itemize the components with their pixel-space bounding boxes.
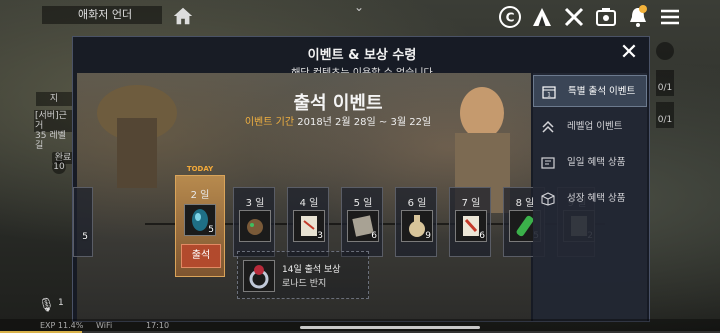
c-coin-icon[interactable]: C — [498, 5, 522, 29]
brown-creature-icon — [247, 219, 263, 235]
item-slot[interactable]: 6 — [347, 210, 379, 242]
party-info[interactable]: [서버]근거 35 레벨 길 — [34, 110, 74, 151]
level-badge: 10 — [52, 160, 66, 174]
item-slot[interactable]: 5 — [184, 204, 216, 236]
reward-box: 14일 출석 보상 로나드 반지 — [237, 251, 369, 299]
item-count: 6 — [371, 231, 377, 241]
day-card-prev: 5 — [73, 187, 93, 257]
microphone-icon[interactable]: 🎙 — [38, 298, 55, 314]
item-slot[interactable] — [239, 210, 271, 242]
item-slot[interactable]: 9 — [401, 210, 433, 242]
home-indicator[interactable] — [300, 326, 480, 329]
sidebar-item-levelup[interactable]: 레벨업 이벤트 — [533, 111, 647, 143]
day-label: 4 일 — [299, 198, 319, 209]
user-icon[interactable] — [656, 42, 674, 60]
item-count: 9 — [425, 231, 431, 241]
modal-title: 이벤트 & 보상 수령 — [307, 48, 417, 63]
svg-text:C: C — [506, 11, 515, 25]
chevron-down-icon[interactable]: ⌄ — [354, 0, 364, 14]
box-icon — [541, 192, 555, 206]
hud-tag[interactable]: 지 — [36, 92, 72, 106]
wifi-text: WiFi — [96, 321, 113, 330]
exp-text: EXP 11.4% — [40, 321, 84, 330]
gift-card-icon — [541, 157, 555, 169]
day-card-7: 7 일 6 — [449, 187, 491, 257]
clock-text: 17:10 — [146, 321, 170, 330]
reward-title: 14일 출석 보상 — [282, 265, 341, 275]
period-value: 2018년 2월 28일 ~ 3월 22일 — [297, 117, 432, 128]
item-count: 5 — [82, 232, 88, 242]
menu-icon[interactable] — [658, 5, 682, 29]
item-count: 5 — [208, 225, 214, 235]
item-count: 6 — [479, 231, 485, 241]
ring-icon — [249, 265, 269, 289]
quest-counter-1[interactable]: 0/1 — [656, 70, 674, 96]
zone-name: 애화저 언더 — [42, 6, 162, 24]
event-sidebar: 1 특별 출석 이벤트 레벨업 이벤트 일일 혜택 상품 성장 혜택 상품 — [533, 73, 647, 321]
event-period: 이벤트 기간 2018년 2월 28일 ~ 3월 22일 — [73, 113, 603, 128]
sidebar-item-label: 특별 출석 이벤트 — [568, 86, 636, 97]
party-line-1: [서버]근거 — [35, 111, 67, 131]
svg-text:1: 1 — [547, 92, 551, 99]
day-label: 3 일 — [245, 198, 265, 209]
close-button[interactable]: ✕ — [618, 42, 640, 64]
day-card-4: 4 일 3 — [287, 187, 329, 257]
party-line-2: 35 레벨 길 — [35, 131, 66, 151]
item-count: 3 — [317, 231, 323, 241]
event-title: 출석 이벤트 — [293, 93, 383, 114]
sidebar-item-label: 레벨업 이벤트 — [567, 121, 623, 132]
sidebar-item-special-attendance[interactable]: 1 특별 출석 이벤트 — [533, 75, 647, 107]
quest-counter-2[interactable]: 0/1 — [656, 102, 674, 128]
sidebar-item-growth-benefit[interactable]: 성장 혜택 상품 — [533, 183, 647, 215]
shop-icon[interactable] — [594, 5, 618, 29]
reward-slot[interactable] — [243, 260, 275, 292]
day-card-5: 5 일 6 — [341, 187, 383, 257]
day-card-3: 3 일 — [233, 187, 275, 257]
day-label: 7 일 — [461, 198, 481, 209]
day-card-today: 2 일 5 출석 — [175, 175, 225, 277]
period-label: 이벤트 기간 — [244, 117, 295, 128]
reward-name: 로나드 반지 — [282, 279, 327, 289]
camp-icon[interactable] — [530, 5, 554, 29]
top-bar: 애화저 언더 ⌄ C — [0, 0, 720, 34]
attend-button[interactable]: 출석 — [181, 244, 221, 268]
today-tag: TODAY — [186, 165, 214, 173]
sidebar-item-label: 일일 혜택 상품 — [567, 157, 626, 168]
day-label: 6 일 — [407, 198, 427, 209]
crossed-swords-icon[interactable] — [562, 5, 586, 29]
day-card-6: 6 일 9 — [395, 187, 437, 257]
left-hud: 지 [서버]근거 35 레벨 길 완료 10 5 🎙 1 — [0, 36, 82, 326]
right-hud: 0/1 0/1 — [648, 36, 720, 326]
home-icon[interactable] — [172, 5, 194, 27]
item-slot[interactable]: 3 — [293, 210, 325, 242]
double-chevron-up-icon — [542, 120, 554, 133]
item-slot[interactable]: 6 — [455, 210, 487, 242]
day-label: 2 일 — [190, 190, 210, 201]
mic-count: 1 — [58, 298, 64, 308]
sidebar-item-daily-benefit[interactable]: 일일 혜택 상품 — [533, 147, 647, 179]
event-reward-modal: 이벤트 & 보상 수령 해당 컨텐츠는 이용할 수 없습니다 ✕ 출석 이벤트 … — [72, 36, 650, 322]
calendar-icon: 1 — [542, 86, 556, 99]
notification-badge — [639, 5, 647, 13]
day-label: 5 일 — [353, 198, 373, 209]
sidebar-item-label: 성장 혜택 상품 — [567, 193, 626, 204]
